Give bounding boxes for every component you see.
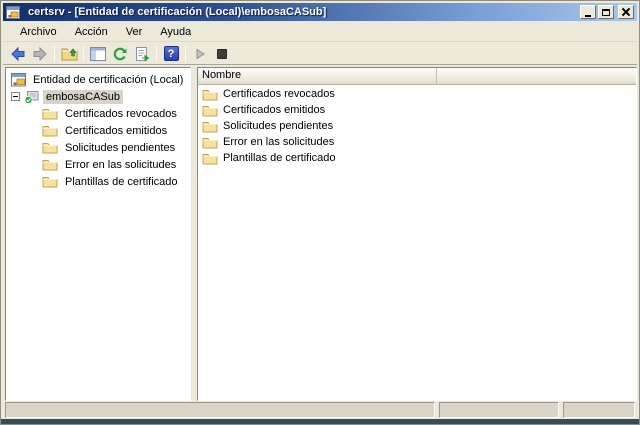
certsrv-window: certsrv - [Entidad de certificación (Loc… (0, 0, 640, 425)
export-list-icon (134, 46, 150, 62)
show-console-tree-icon (90, 47, 106, 61)
start-service-icon (194, 48, 206, 60)
folder-icon (202, 152, 218, 165)
folder-icon (42, 158, 58, 171)
tree-root[interactable]: Entidad de certificación (Local) (6, 71, 190, 88)
window-title: certsrv - [Entidad de certificación (Loc… (28, 6, 580, 18)
close-button[interactable] (618, 5, 634, 19)
status-bar (3, 401, 637, 419)
tree-item-error-solicitudes[interactable]: Error en las solicitudes (6, 156, 190, 173)
toolbar-separator (83, 46, 84, 62)
menu-ayuda[interactable]: Ayuda (151, 24, 200, 40)
tree-item-solicitudes-pendientes[interactable]: Solicitudes pendientes (6, 139, 190, 156)
help-icon: ? (164, 46, 179, 61)
collapse-expander-icon[interactable] (11, 92, 20, 101)
column-header-nombre[interactable]: Nombre (198, 68, 437, 85)
menu-archivo[interactable]: Archivo (11, 24, 66, 40)
export-list-button[interactable] (131, 44, 153, 64)
tree-item-ca-label: embosaCASub (43, 90, 123, 104)
title-bar: certsrv - [Entidad de certificación (Loc… (3, 3, 637, 21)
stop-service-icon (217, 49, 227, 59)
up-one-level-button[interactable] (58, 44, 80, 64)
folder-icon (202, 88, 218, 101)
folder-icon (42, 141, 58, 154)
toolbar-separator (156, 46, 157, 62)
tree-item-certificados-emitidos[interactable]: Certificados emitidos (6, 122, 190, 139)
help-button[interactable]: ? (160, 44, 182, 64)
menu-accion[interactable]: Acción (66, 24, 117, 40)
folder-icon (42, 107, 58, 120)
column-header-empty[interactable] (437, 68, 636, 85)
results-list: Nombre Certificados revocados (197, 67, 637, 401)
minimize-icon (585, 15, 591, 17)
main-area: Entidad de certificación (Local) embosaC… (5, 67, 637, 401)
folder-icon (42, 124, 58, 137)
console-tree: Entidad de certificación (Local) embosaC… (5, 67, 191, 401)
refresh-button[interactable] (109, 44, 131, 64)
status-pane-right (563, 402, 635, 418)
status-pane-middle (439, 402, 559, 418)
toolbar-separator (185, 46, 186, 62)
stop-service-button[interactable] (211, 44, 233, 64)
folder-icon (202, 104, 218, 117)
list-item-error-solicitudes[interactable]: Error en las solicitudes (198, 134, 636, 150)
back-button[interactable] (7, 44, 29, 64)
back-icon (10, 46, 26, 62)
window-bottom-edge (1, 419, 639, 424)
folder-icon (202, 136, 218, 149)
up-one-level-icon (61, 46, 78, 61)
toolbar: ? (3, 43, 637, 65)
toolbar-separator (54, 46, 55, 62)
refresh-icon (112, 46, 128, 62)
tree-root-label: Entidad de certificación (Local) (30, 73, 186, 87)
menu-ver[interactable]: Ver (117, 24, 152, 40)
list-item-plantillas-certificado[interactable]: Plantillas de certificado (198, 150, 636, 166)
certification-authority-console-icon (11, 73, 26, 87)
close-icon (622, 8, 630, 16)
show-console-tree-button[interactable] (87, 44, 109, 64)
maximize-button[interactable] (598, 5, 614, 19)
minimize-button[interactable] (580, 5, 596, 19)
tree-item-ca[interactable]: embosaCASub (6, 88, 190, 105)
status-pane-main (5, 402, 435, 418)
maximize-icon (602, 9, 610, 16)
ca-server-icon (24, 90, 39, 104)
forward-icon (32, 46, 48, 62)
folder-icon (202, 120, 218, 133)
list-body: Certificados revocados Certificados emit… (198, 85, 636, 400)
tree-item-plantillas-certificado[interactable]: Plantillas de certificado (6, 173, 190, 190)
tree-item-certificados-revocados[interactable]: Certificados revocados (6, 105, 190, 122)
mmc-console-icon (6, 6, 20, 19)
menu-bar: Archivo Acción Ver Ayuda (3, 22, 637, 42)
forward-button[interactable] (29, 44, 51, 64)
list-item-certificados-emitidos[interactable]: Certificados emitidos (198, 102, 636, 118)
list-item-certificados-revocados[interactable]: Certificados revocados (198, 86, 636, 102)
list-item-solicitudes-pendientes[interactable]: Solicitudes pendientes (198, 118, 636, 134)
start-service-button[interactable] (189, 44, 211, 64)
folder-icon (42, 175, 58, 188)
list-header: Nombre (198, 68, 636, 85)
